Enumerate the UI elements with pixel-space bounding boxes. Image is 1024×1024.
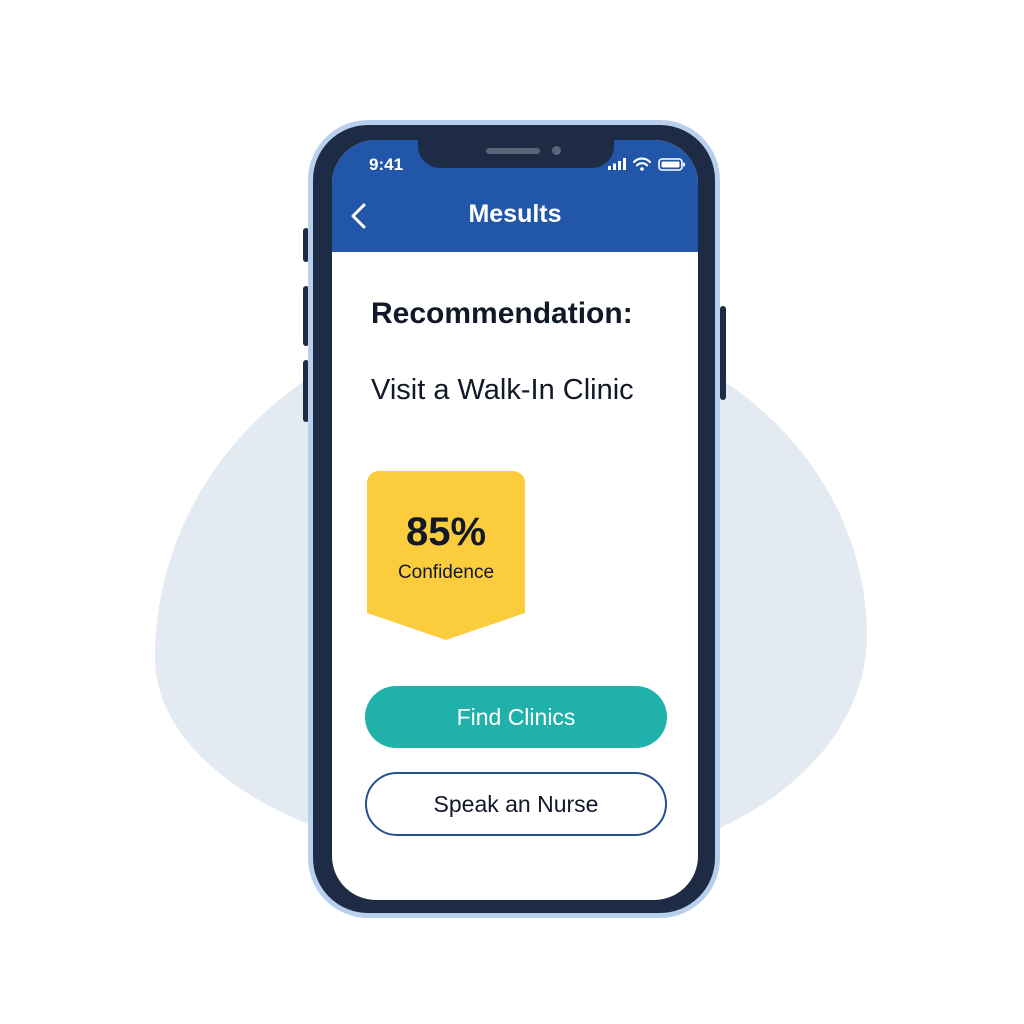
recommendation-value: Visit a Walk-In Clinic bbox=[371, 374, 634, 406]
confidence-value: 85% bbox=[405, 510, 487, 554]
stage: 9:41 Mesults Recommendation: Visit a Wal… bbox=[0, 0, 1024, 1024]
confidence-badge-shape bbox=[367, 471, 525, 640]
wifi-icon bbox=[633, 157, 651, 171]
status-icons bbox=[608, 157, 686, 171]
header-bar: 9:41 Mesults bbox=[332, 140, 698, 252]
status-time: 9:41 bbox=[369, 155, 404, 174]
front-camera bbox=[552, 146, 561, 155]
battery-icon bbox=[658, 157, 685, 171]
phone-screen: 9:41 Mesults Recommendation: Visit a Wal… bbox=[332, 140, 698, 900]
power-button bbox=[720, 306, 726, 400]
confidence-caption: Confidence bbox=[397, 562, 495, 583]
speaker-grille bbox=[486, 148, 540, 154]
speak-nurse-button[interactable]: Speak an Nurse bbox=[365, 772, 667, 836]
page-title: Mesults bbox=[468, 200, 562, 228]
recommendation-label: Recommendation: bbox=[371, 297, 633, 330]
find-clinics-button[interactable]: Find Clinics bbox=[365, 686, 667, 748]
signal-icon bbox=[608, 158, 626, 170]
notch bbox=[418, 140, 614, 168]
